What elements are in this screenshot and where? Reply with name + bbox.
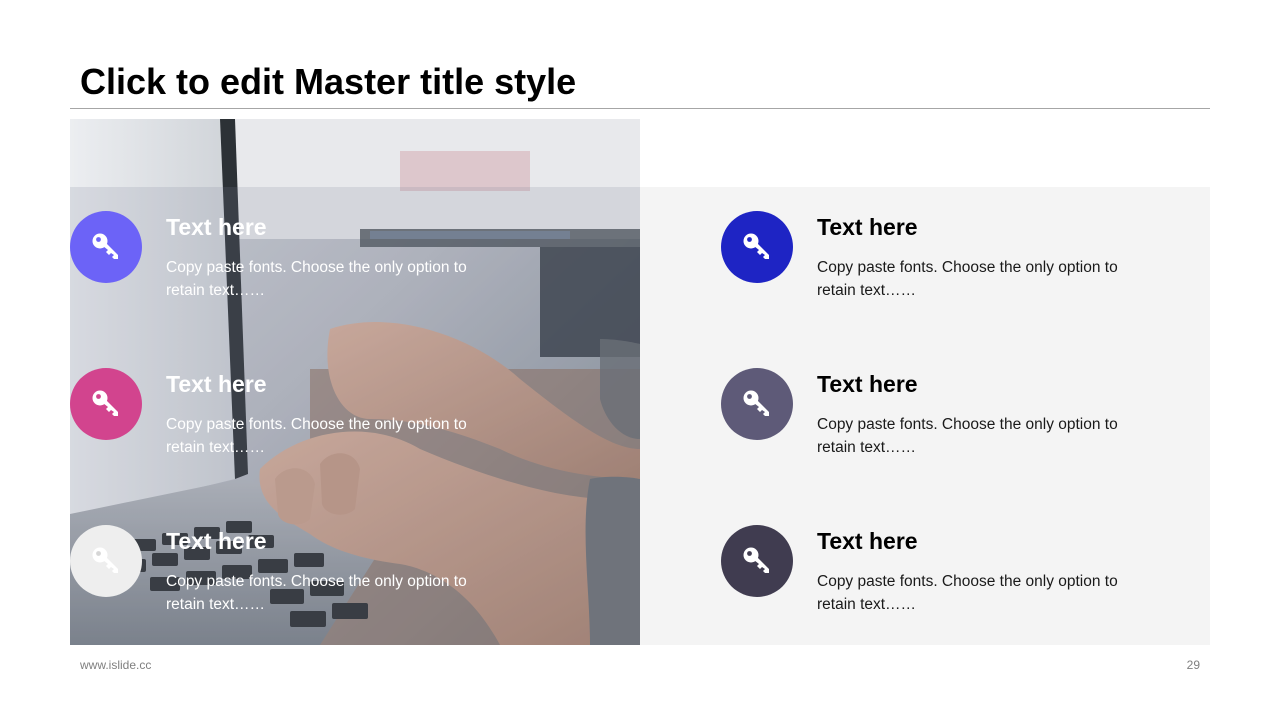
item-title[interactable]: Text here <box>817 213 918 241</box>
icon-circle[interactable] <box>70 368 142 440</box>
key-icon <box>743 390 769 416</box>
item-description[interactable]: Copy paste fonts. Choose the only option… <box>166 413 496 459</box>
feature-item-left-2: Text here Copy paste fonts. Choose the o… <box>70 345 630 456</box>
item-title[interactable]: Text here <box>166 370 267 398</box>
title-divider <box>70 108 1210 109</box>
feature-item-right-2: Text here Copy paste fonts. Choose the o… <box>721 345 1280 456</box>
icon-circle[interactable] <box>70 211 142 283</box>
icon-circle[interactable] <box>70 525 142 597</box>
slide-title[interactable]: Click to edit Master title style <box>80 58 576 106</box>
key-icon <box>92 547 118 573</box>
slide: Click to edit Master title style Text he… <box>0 0 1280 720</box>
item-description[interactable]: Copy paste fonts. Choose the only option… <box>817 413 1147 459</box>
feature-item-right-1: Text here Copy paste fonts. Choose the o… <box>721 188 1280 299</box>
item-description[interactable]: Copy paste fonts. Choose the only option… <box>817 256 1147 302</box>
item-description[interactable]: Copy paste fonts. Choose the only option… <box>166 570 496 616</box>
item-title[interactable]: Text here <box>166 213 267 241</box>
key-icon <box>743 547 769 573</box>
item-description[interactable]: Copy paste fonts. Choose the only option… <box>166 256 496 302</box>
page-number: 29 <box>1186 658 1200 672</box>
item-title[interactable]: Text here <box>817 527 918 555</box>
icon-circle[interactable] <box>721 525 793 597</box>
icon-circle[interactable] <box>721 368 793 440</box>
item-description[interactable]: Copy paste fonts. Choose the only option… <box>817 570 1147 616</box>
item-title[interactable]: Text here <box>817 370 918 398</box>
key-icon <box>743 233 769 259</box>
footer-url: www.islide.cc <box>80 658 152 672</box>
feature-item-left-1: Text here Copy paste fonts. Choose the o… <box>70 188 630 299</box>
item-title[interactable]: Text here <box>166 527 267 555</box>
key-icon <box>92 233 118 259</box>
feature-item-left-3: Text here Copy paste fonts. Choose the o… <box>70 502 630 613</box>
key-icon <box>92 390 118 416</box>
feature-item-right-3: Text here Copy paste fonts. Choose the o… <box>721 502 1280 613</box>
icon-circle[interactable] <box>721 211 793 283</box>
